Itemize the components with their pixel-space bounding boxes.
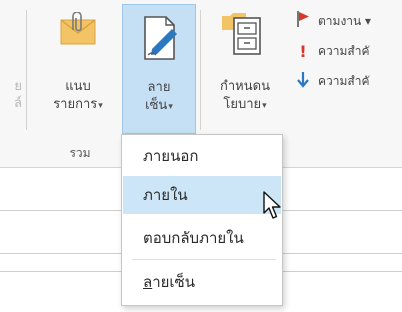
chevron-down-icon: ▾ <box>98 101 103 111</box>
menu-separator <box>132 259 276 260</box>
policy-label-line1: กำหนดน <box>220 79 270 94</box>
chevron-down-icon: ▾ <box>262 101 267 111</box>
partial-left-label: ย ล์ <box>14 79 22 111</box>
attach-label-line2: รายการ▾ <box>53 97 103 112</box>
flag-icon <box>296 10 310 32</box>
mouse-pointer-icon <box>262 191 284 225</box>
low-importance-button[interactable]: ความสำคั <box>296 70 402 92</box>
separator <box>26 10 27 130</box>
signature-label-line2: เซ็น▾ <box>145 98 173 113</box>
cabinet-policy-icon <box>220 8 268 60</box>
policy-label-line2: โยบาย▾ <box>223 97 267 112</box>
high-importance-icon: ! <box>299 41 307 61</box>
menu-item-internal[interactable]: ภายใน <box>123 176 281 214</box>
high-importance-button[interactable]: ! ความสำคั <box>296 40 402 62</box>
signature-button[interactable]: ลาย เซ็น▾ <box>122 4 196 134</box>
follow-up-label: ตามงาน ▾ <box>318 13 372 28</box>
menu-item-external[interactable]: ภายนอก <box>123 137 281 175</box>
attach-item-button[interactable]: แนบ รายการ▾ <box>37 4 119 134</box>
group-label-include: รวม <box>69 146 91 160</box>
signature-label-line1: ลาย <box>147 80 171 95</box>
attach-label-line1: แนบ <box>65 79 91 94</box>
signature-dropdown-menu: ภายนอก ภายใน ตอบกลับภายใน ลายเซ็น <box>121 134 283 306</box>
menu-item-signatures[interactable]: ลายเซ็น <box>123 263 281 301</box>
high-importance-label: ความสำคั <box>318 43 370 58</box>
low-importance-label: ความสำคั <box>318 73 370 88</box>
separator <box>200 10 201 130</box>
menu-item-internal-reply[interactable]: ตอบกลับภายใน <box>123 219 281 257</box>
assign-policy-button[interactable]: กำหนดน โยบาย▾ <box>204 4 286 134</box>
low-importance-icon <box>296 70 310 92</box>
follow-up-button[interactable]: ตามงาน ▾ <box>296 10 402 32</box>
chevron-down-icon: ▾ <box>168 102 173 112</box>
signature-pen-icon <box>142 15 182 65</box>
attach-envelope-icon <box>59 11 99 56</box>
